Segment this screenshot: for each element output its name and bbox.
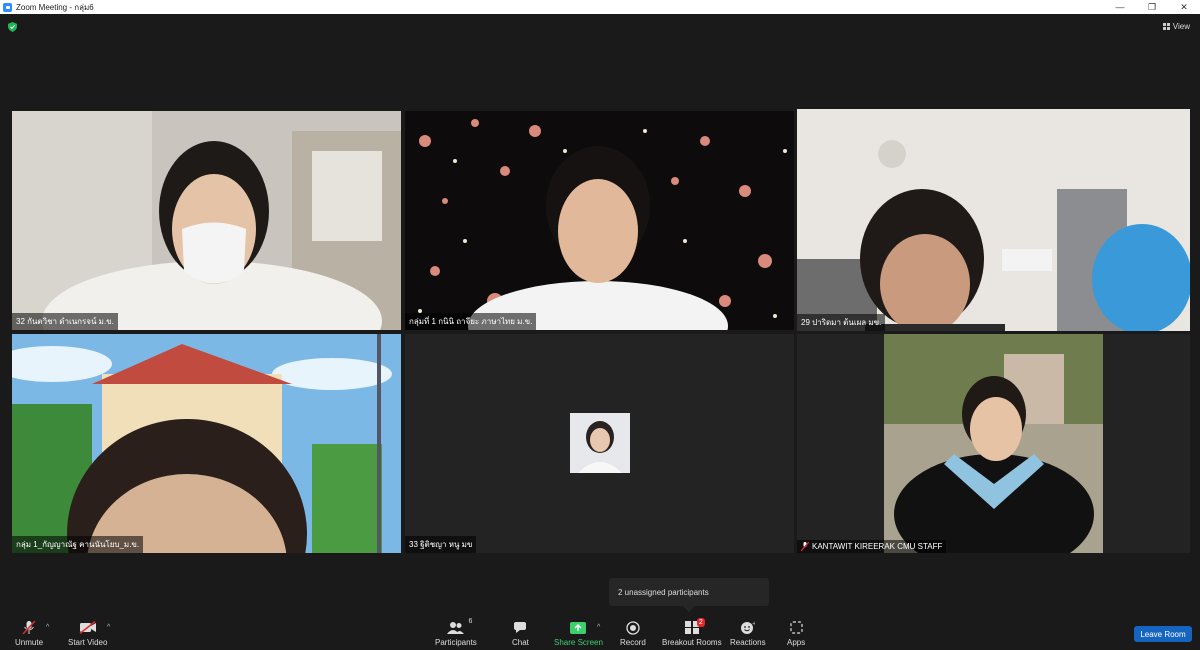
security-shield-icon[interactable] <box>8 22 17 32</box>
participant-name: 32 กันตวิชา ดำเนกรจน์ ม.ข. <box>12 313 118 330</box>
chat-icon <box>514 622 527 633</box>
record-button[interactable]: Record <box>620 620 646 647</box>
participant-name: 33 ฐิติชญา หนู มข <box>405 536 477 553</box>
participant-name: กลุ่มที่ 1 กนินิ ถาจียะ ภาษาไทย ม.ข. <box>405 313 537 330</box>
audio-options-chevron-icon[interactable]: ^ <box>46 624 49 631</box>
video-tile-4[interactable]: กลุ่ม 1_กัญญาณัฐ คานนันโยบ_ม.ข. <box>12 334 401 553</box>
apps-icon <box>790 621 803 634</box>
video-tile-2[interactable]: กลุ่มที่ 1 กนินิ ถาจียะ ภาษาไทย ม.ข. <box>405 111 794 330</box>
leave-room-button[interactable]: Leave Room <box>1134 626 1192 642</box>
share-screen-button[interactable]: Share Screen <box>554 620 603 647</box>
participant-video-3 <box>797 109 1190 331</box>
participant-video-1 <box>12 111 401 330</box>
video-tile-5[interactable]: 33 ฐิติชญา หนู มข <box>405 334 794 553</box>
participant-avatar-6 <box>884 334 1103 553</box>
window-titlebar: Zoom Meeting - กลุ่ม6 — ❐ ✕ <box>0 0 1200 14</box>
record-icon <box>626 620 640 635</box>
gallery-grid-icon <box>1162 23 1170 30</box>
participant-video-4 <box>12 334 401 553</box>
video-options-chevron-icon[interactable]: ^ <box>107 624 110 631</box>
video-off-icon <box>79 621 96 634</box>
video-tile-1[interactable]: 32 กันตวิชา ดำเนกรจน์ ม.ข. <box>12 111 401 330</box>
breakout-rooms-button[interactable]: 2 Breakout Rooms <box>662 618 722 647</box>
restore-icon[interactable]: ❐ <box>1136 0 1168 14</box>
participant-avatar-5 <box>570 413 630 473</box>
breakout-badge: 2 <box>696 618 705 627</box>
reactions-icon: + <box>741 621 755 634</box>
participant-video-2 <box>405 111 794 330</box>
participant-name: 29 ปาริดมา ต้นเผล มข. <box>797 314 886 331</box>
share-screen-icon <box>570 621 587 634</box>
participants-button[interactable]: 6 Participants <box>435 618 477 647</box>
video-tile-6[interactable]: KANTAWIT KIREERAK CMU STAFF <box>797 334 1190 553</box>
unassigned-participants-tooltip: 2 unassigned participants <box>609 578 769 612</box>
minimize-icon[interactable]: — <box>1104 0 1136 14</box>
zoom-app-icon <box>3 2 12 12</box>
muted-mic-icon <box>22 620 36 635</box>
chat-button[interactable]: Chat <box>512 620 529 647</box>
participant-name-row: KANTAWIT KIREERAK CMU STAFF <box>797 540 947 553</box>
unmute-button[interactable]: Unmute <box>15 620 43 647</box>
svg-text:+: + <box>752 621 755 627</box>
video-tile-3[interactable]: 29 ปาริดมา ต้นเผล มข. <box>797 109 1190 331</box>
window-controls: — ❐ ✕ <box>1104 0 1200 14</box>
participant-name: กลุ่ม 1_กัญญาณัฐ คานนันโยบ_ม.ข. <box>12 536 144 553</box>
apps-button[interactable]: Apps <box>787 620 805 647</box>
window-title: Zoom Meeting - กลุ่ม6 <box>16 2 94 12</box>
participants-count: 6 <box>468 618 473 625</box>
close-icon[interactable]: ✕ <box>1168 0 1200 14</box>
participant-name: KANTAWIT KIREERAK CMU STAFF <box>812 542 943 551</box>
start-video-button[interactable]: Start Video <box>68 620 107 647</box>
share-options-chevron-icon[interactable]: ^ <box>597 624 600 631</box>
reactions-button[interactable]: + Reactions <box>730 620 766 648</box>
view-button[interactable]: View <box>1162 22 1190 31</box>
view-label: View <box>1172 22 1190 31</box>
meeting-toolbar: Unmute ^ Start Video ^ 6 Participants Ch… <box>0 612 1200 650</box>
tooltip-text: 2 unassigned participants <box>618 587 709 597</box>
muted-mic-icon <box>801 542 809 551</box>
participants-icon <box>447 621 465 634</box>
